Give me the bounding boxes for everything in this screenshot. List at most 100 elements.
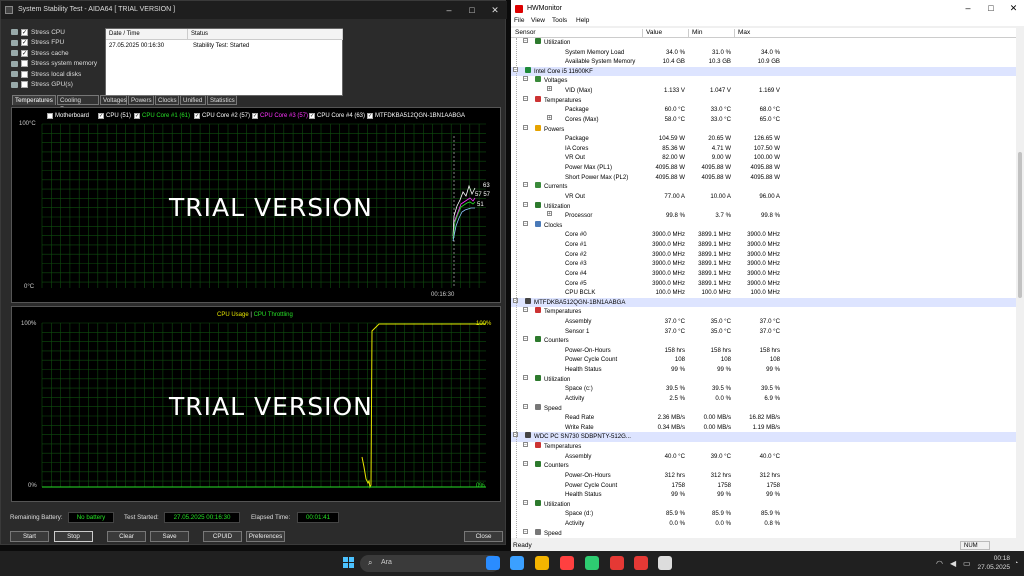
tab-statistics[interactable]: Statistics [207,95,237,105]
collapse-toggle[interactable]: − [523,182,528,188]
stress-option[interactable]: ✓ Stress cache [11,48,69,58]
sensor-row[interactable]: Power Max (PL1) 4095.88 W 4095.88 W 4095.88… [511,163,1016,173]
legend-item[interactable]: ✓ CPU Core #3 (57) [252,113,308,119]
collapse-toggle[interactable]: − [523,220,528,226]
collapse-toggle[interactable]: − [523,461,528,467]
category-row[interactable]: − Utilization [511,201,1016,212]
category-row[interactable]: − Utilization [511,374,1016,385]
collapse-toggle[interactable]: − [523,336,528,342]
legend-item[interactable]: ✓ MTFDKBA512QGN-1BN1AABGA [367,113,465,119]
col-value[interactable]: Value [642,29,688,38]
menu-view[interactable]: View [531,17,545,24]
sensor-row[interactable]: Core #0 3900.0 MHz 3899.1 MHz 3900.0 MHz [511,230,1016,240]
store-icon[interactable] [560,556,574,570]
widgets-icon[interactable] [486,556,500,570]
legend-item[interactable]: ✓ CPU Core #1 (61) [134,113,190,119]
sensor-row[interactable]: Short Power Max (PL2) 4095.88 W 4095.88 W 4… [511,173,1016,183]
category-row[interactable]: − Powers [511,124,1016,135]
legend-checkbox[interactable]: ✓ [134,113,140,119]
cpuid-button[interactable]: CPUID [203,531,242,542]
start-button[interactable]: Start [10,531,49,542]
collapse-toggle[interactable]: − [523,76,528,82]
sensor-tree[interactable]: − Utilization System Memory Load 34.0 % 31.0… [511,38,1016,538]
category-row[interactable]: − Speed [511,528,1016,538]
category-row[interactable]: − Currents [511,182,1016,192]
category-row[interactable]: − Temperatures [511,95,1016,106]
collapse-toggle[interactable]: − [523,528,528,534]
sensor-row[interactable]: + VID (Max) 1.133 V 1.047 V 1.169 V [511,86,1016,96]
collapse-toggle[interactable]: − [523,95,528,101]
sensor-row[interactable]: + Cores (Max) 58.0 °C 33.0 °C 65.0 °C [511,114,1016,125]
windows-start-icon[interactable] [343,557,355,569]
sensor-row[interactable]: Core #3 3900.0 MHz 3899.1 MHz 3900.0 MHz [511,259,1016,269]
category-row[interactable]: − Voltages [511,76,1016,86]
device-row[interactable]: − Intel Core i5 11600KF [511,66,1016,77]
chrome-icon[interactable] [585,556,599,570]
close-window-button[interactable]: ✕ [484,1,506,19]
stress-checkbox[interactable]: ✓ [21,49,28,57]
sensor-row[interactable]: VR Out 77.00 A 10.00 A 96.00 A [511,192,1016,202]
preferences-button[interactable]: Preferences [246,531,285,542]
tab-powers[interactable]: Powers [128,95,154,105]
category-row[interactable]: − Utilization [511,38,1016,48]
device-row[interactable]: − WDC PC SN730 SDBPNTY-512G... [511,432,1016,442]
sensor-row[interactable]: Power Cycle Count 1758 1758 1758 [511,481,1016,491]
notepad-icon[interactable] [658,556,672,570]
hwmonitor-title-bar[interactable]: HWMonitor [511,0,1024,17]
hwmonitor-taskbar-icon[interactable] [610,556,624,570]
sensor-row[interactable]: IA Cores 85.36 W 4.71 W 107.50 W [511,144,1016,154]
stress-checkbox[interactable] [21,70,28,78]
expand-toggle[interactable]: + [547,86,552,92]
tab-voltages[interactable]: Voltages [100,95,127,105]
stress-option[interactable]: ✓ Stress FPU [11,38,64,48]
notification-bell-icon[interactable]: ◔ [1014,560,1018,567]
sensor-row[interactable]: Core #5 3900.0 MHz 3899.1 MHz 3900.0 MHz [511,279,1016,289]
sensor-row[interactable]: Package 60.0 °C 33.0 °C 68.0 °C [511,105,1016,115]
collapse-toggle[interactable]: − [523,38,528,44]
collapse-toggle[interactable]: − [523,403,528,409]
save-button[interactable]: Save [150,531,189,542]
expand-toggle[interactable]: + [547,211,552,217]
legend-checkbox[interactable]: ✓ [309,113,315,119]
category-row[interactable]: − Temperatures [511,442,1016,452]
category-row[interactable]: − Speed [511,403,1016,414]
device-row[interactable]: − MTFDKBA512QGN-1BN1AABGA [511,297,1016,308]
sensor-row[interactable]: Health Status 99 % 99 % 99 % [511,490,1016,500]
collapse-toggle[interactable]: − [523,124,528,130]
stress-checkbox[interactable] [21,81,28,88]
sensor-row[interactable]: Assembly 37.0 °C 35.0 °C 37.0 °C [511,317,1016,327]
stress-checkbox[interactable]: ✓ [21,39,28,46]
maximize-button[interactable]: □ [980,0,1002,17]
scrollbar-thumb[interactable] [1018,152,1022,298]
sensor-row[interactable]: System Memory Load 34.0 % 31.0 % 34.0 % [511,48,1016,58]
volume-icon[interactable]: ◀ [950,559,956,568]
aida64-taskbar-icon[interactable] [634,556,648,570]
menu-help[interactable]: Help [576,17,589,24]
task-view-icon[interactable] [510,556,524,570]
close-button[interactable]: Close [464,531,503,542]
tab-unified[interactable]: Unified [180,95,206,105]
sensor-row[interactable]: Core #4 3900.0 MHz 3899.1 MHz 3900.0 MHz [511,269,1016,279]
sensor-row[interactable]: Space (c:) 39.5 % 39.5 % 39.5 % [511,384,1016,394]
stress-option[interactable]: Stress system memory [11,59,97,69]
stress-checkbox[interactable] [21,60,28,67]
category-row[interactable]: − Utilization [511,499,1016,510]
collapse-toggle[interactable]: − [523,201,528,207]
clear-button[interactable]: Clear [107,531,146,542]
vertical-scrollbar[interactable] [1016,28,1024,538]
clock-time[interactable]: 00:18 [980,555,1010,562]
minimize-button[interactable]: – [957,0,979,17]
wifi-icon[interactable]: ◠ [936,559,943,568]
sensor-row[interactable]: Power-On-Hours 312 hrs 312 hrs 312 hrs [511,471,1016,481]
stress-checkbox[interactable]: ✓ [21,28,28,36]
col-sensor[interactable]: Sensor [511,29,536,38]
category-row[interactable]: − Counters [511,461,1016,471]
collapse-toggle[interactable]: − [523,307,528,313]
sensor-row[interactable]: Activity 0.0 % 0.0 % 0.8 % [511,519,1016,529]
legend-item[interactable]: Motherboard [47,113,89,119]
stress-option[interactable]: Stress local disks [11,69,81,79]
category-row[interactable]: − Clocks [511,220,1016,231]
col-max[interactable]: Max [734,29,780,38]
collapse-toggle[interactable]: − [523,374,528,380]
legend-item[interactable]: ✓ CPU (51) [98,113,131,119]
